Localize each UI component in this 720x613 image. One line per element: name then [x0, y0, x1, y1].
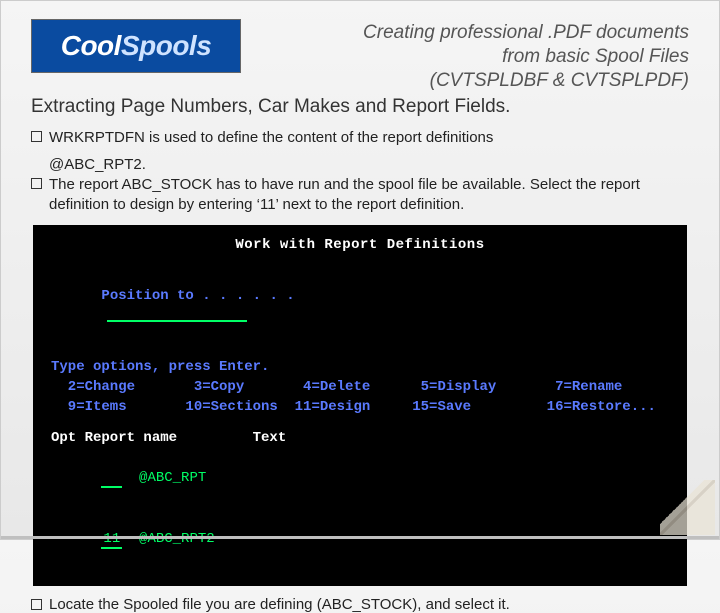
opt-input[interactable] [101, 470, 122, 488]
options-row-2: 9=Items 10=Sections 11=Design 15=Save 16… [51, 397, 669, 417]
spacer [51, 347, 669, 357]
column-headers: Opt Report name Text [51, 428, 669, 448]
header: CoolSpools Creating professional .PDF do… [31, 19, 689, 92]
spacer [51, 418, 669, 428]
logo-part1: Cool [61, 30, 121, 62]
report-name: @ABC_RPT2 [139, 531, 215, 547]
bullet-2-text: The report ABC_STOCK has to have run and… [49, 175, 689, 216]
coolspools-logo: CoolSpools [31, 19, 241, 73]
bullet-1-indent: @ABC_RPT2. [31, 155, 689, 175]
opt-input[interactable]: 11 [101, 531, 122, 549]
bullet-2: The report ABC_STOCK has to have run and… [31, 175, 689, 216]
position-input[interactable] [107, 308, 247, 322]
title-block: Creating professional .PDF documents fro… [253, 19, 689, 92]
title-line1: Creating professional .PDF documents [253, 21, 689, 45]
slide: CoolSpools Creating professional .PDF do… [0, 0, 720, 540]
title-line2: from basic Spool Files [253, 45, 689, 69]
footer-bullet: Locate the Spooled file you are defining… [31, 596, 689, 613]
position-row: Position to . . . . . . [51, 266, 669, 347]
bullet-box-icon [31, 599, 42, 610]
subtitle: Extracting Page Numbers, Car Makes and R… [31, 96, 689, 118]
terminal-screen: Work with Report Definitions Position to… [33, 225, 687, 585]
table-row: 11 @ABC_RPT2 [51, 509, 669, 570]
bullet-1-text: WRKRPTDFN is used to define the content … [49, 128, 493, 148]
title-line3: (CVTSPLDBF & CVTSPLPDF) [253, 69, 689, 93]
table-row: @ABC_RPT [51, 448, 669, 509]
position-label: Position to . . . . . . [101, 288, 294, 304]
terminal-title: Work with Report Definitions [51, 235, 669, 255]
report-name: @ABC_RPT [139, 470, 206, 486]
logo-part2: Spools [121, 30, 211, 62]
instructions: Type options, press Enter. [51, 357, 669, 377]
options-row-1: 2=Change 3=Copy 4=Delete 5=Display 7=Ren… [51, 377, 669, 397]
bullet-box-icon [31, 178, 42, 189]
bullet-1: WRKRPTDFN is used to define the content … [31, 128, 689, 148]
bullet-list: WRKRPTDFN is used to define the content … [31, 128, 689, 215]
corner-decoration-icon [660, 480, 715, 535]
bullet-box-icon [31, 131, 42, 142]
footer-text: Locate the Spooled file you are defining… [49, 596, 510, 613]
